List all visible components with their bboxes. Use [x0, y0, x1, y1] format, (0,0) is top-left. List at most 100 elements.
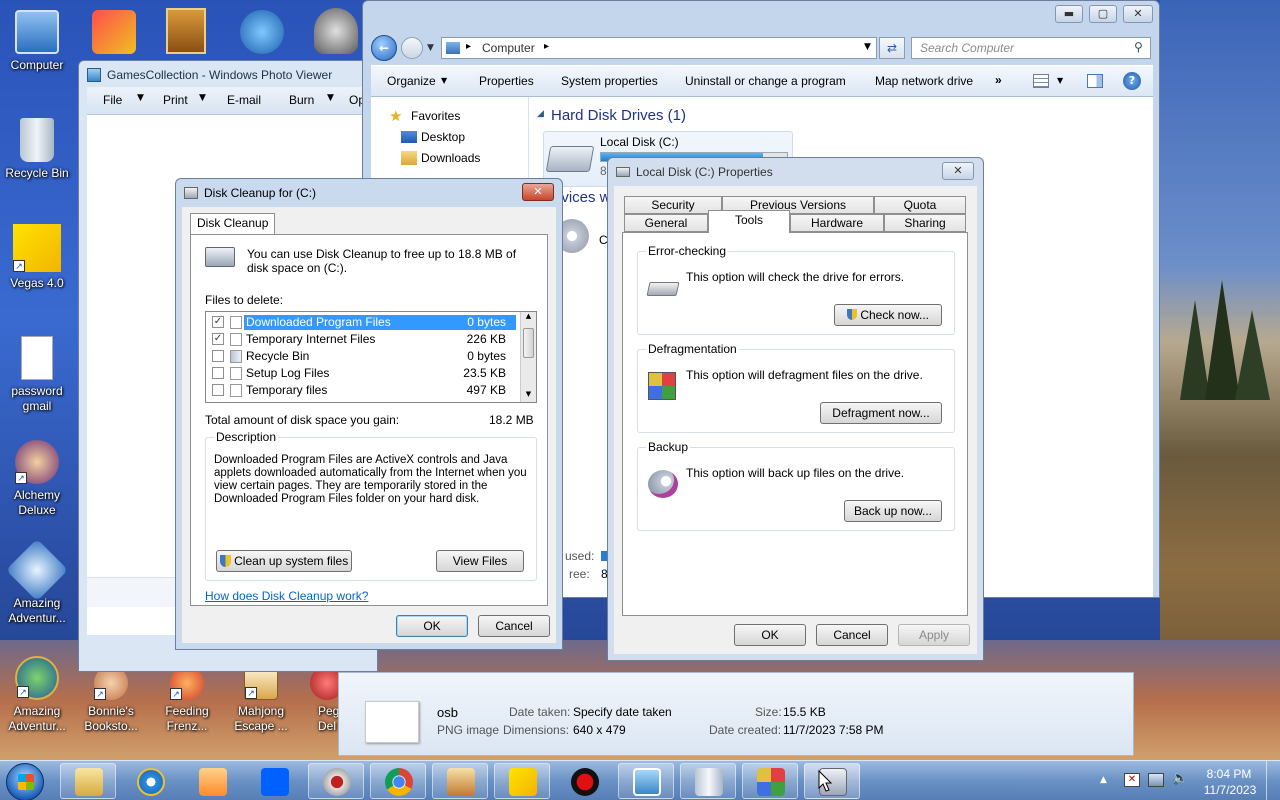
view-options-icon[interactable]: [1033, 74, 1049, 88]
back-up-now-button[interactable]: Back up now...: [844, 500, 942, 522]
taskbar-chrome[interactable]: [370, 763, 426, 799]
file-category-checkbox[interactable]: [212, 384, 224, 396]
minimize-button[interactable]: ▬: [1055, 5, 1083, 23]
disk-cleanup-titlebar[interactable]: Disk Cleanup for (C:): [176, 179, 562, 207]
ok-button[interactable]: OK: [734, 624, 806, 646]
file-category-row[interactable]: Temporary files 497 KB: [206, 382, 516, 399]
file-category-row[interactable]: ✓ Temporary Internet Files 226 KB: [206, 331, 516, 348]
desktop-icon-bonnies-bookstore[interactable]: ↗ Bonnie's Booksto...: [74, 666, 148, 734]
network-icon[interactable]: [1148, 773, 1164, 787]
taskbar-screen-recorder[interactable]: [308, 763, 364, 799]
maximize-button[interactable]: ▢: [1089, 5, 1117, 23]
close-button[interactable]: ✕: [522, 183, 554, 201]
nav-desktop[interactable]: Desktop: [421, 130, 465, 144]
properties-button[interactable]: Properties: [479, 74, 534, 88]
scroll-up-arrow-icon[interactable]: ▲: [522, 312, 535, 320]
system-properties-button[interactable]: System properties: [561, 74, 658, 88]
clean-up-system-files-button[interactable]: Clean up system files: [216, 550, 352, 572]
address-breadcrumb-computer[interactable]: Computer: [482, 41, 535, 55]
taskbar-disk-cleanup[interactable]: [804, 763, 860, 799]
book-game-icon[interactable]: [166, 8, 206, 54]
gorilla-game-icon[interactable]: [314, 8, 358, 54]
collapse-arrow-icon[interactable]: ◢: [537, 109, 544, 119]
desktop-icon-vegas[interactable]: ↗ Vegas 4.0: [0, 224, 74, 291]
menu-burn[interactable]: Burn: [289, 93, 314, 107]
photo-viewer-titlebar[interactable]: GamesCollection - Windows Photo Viewer: [79, 61, 377, 89]
tab-general[interactable]: General: [624, 214, 708, 232]
menu-email[interactable]: E-mail: [227, 93, 261, 107]
search-icon[interactable]: ⚲: [1134, 40, 1143, 54]
how-disk-cleanup-works-link[interactable]: How does Disk Cleanup work?: [205, 589, 368, 603]
show-hidden-icons-icon[interactable]: ▲: [1100, 775, 1107, 785]
taskbar-dropbox[interactable]: [246, 763, 302, 799]
taskbar-internet-explorer[interactable]: [122, 763, 178, 799]
chevron-down-icon[interactable]: ▼: [441, 76, 447, 85]
back-button[interactable]: ←: [371, 35, 397, 61]
search-box[interactable]: Search Computer ⚲: [911, 37, 1151, 59]
file-category-checkbox[interactable]: [212, 367, 224, 379]
file-category-checkbox[interactable]: ✓: [212, 333, 224, 345]
taskbar-disk-app[interactable]: [432, 763, 488, 799]
defragment-now-button[interactable]: Defragment now...: [820, 402, 942, 424]
scrollbar-thumb[interactable]: [523, 328, 534, 358]
chevron-down-icon[interactable]: ▼: [137, 93, 144, 103]
taskbar-recycle[interactable]: [680, 763, 736, 799]
clock-date[interactable]: 11/7/2023: [1200, 783, 1260, 797]
more-commands-button[interactable]: »: [995, 73, 1002, 87]
chevron-down-icon[interactable]: ▼: [199, 93, 206, 103]
file-category-row[interactable]: Setup Log Files 23.5 KB: [206, 365, 516, 382]
start-button[interactable]: [6, 763, 44, 800]
forward-button[interactable]: [401, 37, 423, 59]
refresh-icon[interactable]: ⇄: [879, 37, 905, 59]
breadcrumb-separator-icon[interactable]: ▸: [544, 41, 549, 52]
close-button[interactable]: ✕: [1123, 5, 1153, 23]
taskbar-explorer[interactable]: [60, 763, 116, 799]
map-network-drive-button[interactable]: Map network drive: [875, 74, 973, 88]
file-category-row[interactable]: ✓ Downloaded Program Files 0 bytes: [206, 314, 516, 331]
file-category-checkbox[interactable]: ✓: [212, 316, 224, 328]
taskbar-defragmenter[interactable]: [742, 763, 798, 799]
nav-favorites[interactable]: Favorites: [411, 109, 460, 123]
file-category-checkbox[interactable]: [212, 350, 224, 362]
game-icon-3[interactable]: [240, 10, 284, 54]
tab-disk-cleanup[interactable]: Disk Cleanup: [190, 213, 276, 235]
tab-hardware[interactable]: Hardware: [790, 214, 884, 232]
help-icon[interactable]: ?: [1123, 72, 1141, 90]
action-center-flag-icon[interactable]: ✕: [1124, 773, 1140, 787]
drive-properties-dialog[interactable]: Local Disk (C:) Properties ✕ Security Pr…: [607, 157, 984, 661]
desktop-icon-amazing-adventures-1[interactable]: Amazing Adventur...: [0, 538, 74, 626]
organize-button[interactable]: Organize: [387, 74, 436, 88]
chevron-down-icon[interactable]: ▼: [327, 93, 334, 103]
desktop-icon-feeding-frenzy[interactable]: ↗ Feeding Frenz...: [150, 666, 224, 734]
view-files-button[interactable]: View Files: [436, 550, 524, 572]
show-desktop-button[interactable]: [1266, 761, 1280, 800]
address-dropdown-icon[interactable]: ▼: [864, 42, 871, 52]
menu-file[interactable]: File: [103, 93, 122, 107]
files-list-scrollbar[interactable]: ▲ ▼: [520, 312, 536, 402]
volume-icon[interactable]: 🔈: [1172, 771, 1188, 786]
desktop-icon-amazing-adventures-2[interactable]: ↗ Amazing Adventur...: [0, 656, 74, 734]
tab-quota[interactable]: Quota: [874, 196, 966, 214]
properties-titlebar[interactable]: Local Disk (C:) Properties: [608, 158, 983, 186]
desktop-icon-alchemy-deluxe[interactable]: ↗ Alchemy Deluxe: [0, 440, 74, 518]
menu-print[interactable]: Print: [163, 93, 188, 107]
file-category-row[interactable]: Recycle Bin 0 bytes: [206, 348, 516, 365]
desktop-icon-recycle-bin[interactable]: Recycle Bin: [0, 118, 74, 181]
taskbar-photo-viewer[interactable]: [618, 763, 674, 799]
disk-cleanup-dialog[interactable]: Disk Cleanup for (C:) ✕ Disk Cleanup You…: [175, 178, 563, 650]
apply-button[interactable]: Apply: [898, 624, 970, 646]
nav-downloads[interactable]: Downloads: [421, 151, 480, 165]
game-icon-1[interactable]: [92, 10, 136, 54]
taskbar-media-player[interactable]: [184, 763, 240, 799]
ok-button[interactable]: OK: [396, 615, 468, 637]
tab-sharing[interactable]: Sharing: [884, 214, 966, 232]
taskbar-vegas[interactable]: [494, 763, 550, 799]
cancel-button[interactable]: Cancel: [478, 615, 550, 637]
scroll-down-arrow-icon[interactable]: ▼: [522, 390, 535, 398]
cancel-button[interactable]: Cancel: [816, 624, 888, 646]
clock-time[interactable]: 8:04 PM: [1206, 767, 1252, 781]
uninstall-program-button[interactable]: Uninstall or change a program: [685, 74, 846, 88]
files-list[interactable]: ▲ ▼ ✓ Downloaded Program Files 0 bytes ✓ Tem…: [205, 311, 537, 403]
address-bar[interactable]: ▸ Computer ▸ ▼: [441, 37, 877, 59]
preview-pane-icon[interactable]: [1087, 74, 1103, 88]
